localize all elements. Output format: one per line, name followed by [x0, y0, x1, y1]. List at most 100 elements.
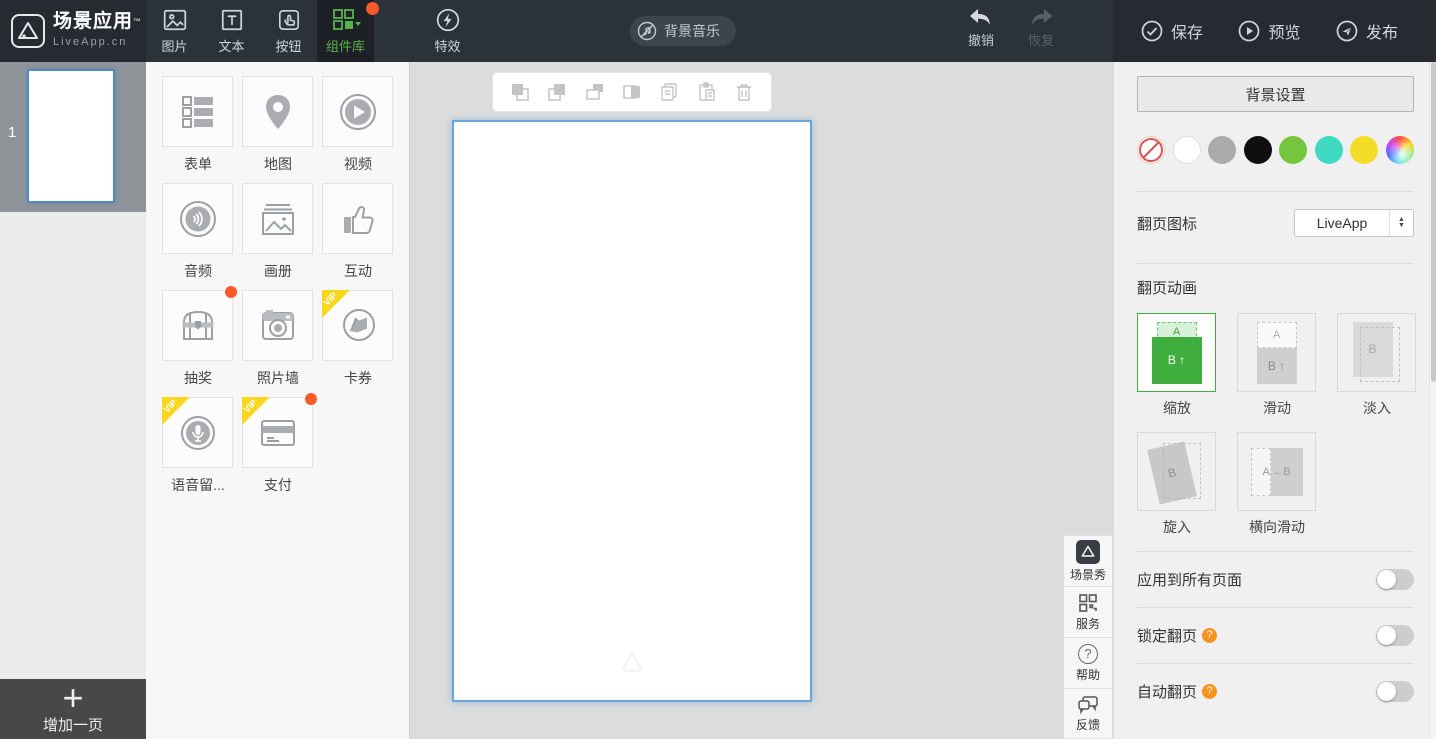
tool-component-library[interactable]: 组件库	[317, 0, 379, 62]
component-library-panel: 表单 地图 视频 音频 画册 互动 抽奖 照片墙 VIP 卡券 VIP 语音留.…	[146, 62, 410, 739]
preview-button[interactable]: 预览	[1238, 19, 1301, 43]
fade-anim-icon: B	[1352, 321, 1401, 384]
publish-button[interactable]: 发布	[1336, 19, 1398, 43]
redo-icon	[1028, 8, 1054, 28]
app-logo[interactable]: 场景应用™ LiveApp.cn	[0, 0, 146, 62]
background-color-swatches	[1137, 136, 1414, 164]
select-arrows-icon: ▲ ▼	[1389, 210, 1413, 236]
tool-button[interactable]: 按钮	[260, 0, 317, 62]
tool-effects[interactable]: 特效	[419, 0, 476, 62]
form-icon	[177, 91, 219, 133]
apply-all-pages-label: 应用到所有页面	[1137, 572, 1243, 589]
feedback-button[interactable]: 反馈	[1063, 688, 1113, 739]
save-button[interactable]: 保存	[1141, 19, 1203, 43]
swatch-teal[interactable]	[1314, 136, 1343, 164]
edge-button-column: 场景秀 服务 ? 帮助 反馈	[1063, 535, 1113, 739]
swatch-none[interactable]	[1137, 136, 1165, 164]
swatch-gray[interactable]	[1208, 136, 1237, 164]
page-animation-label: 翻页动画	[1137, 280, 1198, 297]
logo-triangle-icon	[10, 13, 46, 49]
text-icon	[219, 7, 245, 33]
notification-dot	[225, 286, 237, 298]
paste-icon[interactable]	[696, 81, 718, 103]
music-muted-icon	[637, 21, 657, 41]
auto-page-turn-label: 自动翻页	[1137, 684, 1198, 701]
slide-anim-icon: A B ↑	[1252, 321, 1302, 384]
pages-sidebar: 1 + 增加一页	[0, 62, 146, 739]
delete-icon[interactable]	[733, 81, 755, 103]
swatch-black[interactable]	[1243, 136, 1272, 164]
vip-badge: VIP	[322, 290, 350, 318]
vip-badge: VIP	[162, 397, 190, 425]
hand-pointer-icon	[276, 7, 302, 33]
anim-option-horizontal-slide[interactable]: A ←B 横向滑动	[1237, 432, 1317, 537]
scene-show-button[interactable]: 场景秀	[1063, 535, 1113, 586]
component-audio[interactable]: 音频	[162, 183, 234, 281]
component-coupon[interactable]: VIP 卡券	[322, 290, 394, 388]
check-circle-icon	[1141, 20, 1163, 42]
plus-icon: +	[62, 677, 84, 718]
audio-icon	[177, 198, 219, 240]
panel-scrollbar[interactable]	[1429, 62, 1436, 739]
swatch-yellow[interactable]	[1350, 136, 1379, 164]
album-icon	[257, 198, 299, 240]
map-pin-icon	[257, 91, 299, 133]
tool-image[interactable]: 图片	[146, 0, 203, 62]
auto-page-turn-toggle[interactable]	[1376, 681, 1414, 702]
component-lottery[interactable]: 抽奖	[162, 286, 237, 388]
add-page-button[interactable]: + 增加一页	[0, 679, 146, 739]
background-music-button[interactable]: 背景音乐	[630, 16, 736, 46]
background-music-label: 背景音乐	[664, 23, 720, 39]
apply-all-pages-row: 应用到所有页面	[1137, 552, 1414, 607]
copy-icon[interactable]	[658, 81, 680, 103]
auto-page-turn-row: 自动翻页 ?	[1137, 664, 1414, 719]
qr-code-icon	[1078, 593, 1098, 613]
anim-option-zoom[interactable]: A B ↑ 缩放	[1137, 313, 1217, 418]
notification-dot	[305, 393, 317, 405]
notification-dot	[366, 2, 379, 15]
camera-icon	[257, 305, 299, 347]
swatch-white[interactable]	[1172, 136, 1201, 164]
send-backward-icon[interactable]	[621, 81, 643, 103]
tool-text[interactable]: 文本	[203, 0, 260, 62]
page-thumbnail-row: 1	[0, 62, 146, 212]
help-button[interactable]: ? 帮助	[1063, 637, 1113, 688]
component-voice-message[interactable]: VIP 语音留...	[162, 397, 234, 495]
anim-option-rotate[interactable]: B 旋入	[1137, 432, 1217, 537]
send-to-back-icon[interactable]	[546, 81, 568, 103]
divider	[1137, 263, 1414, 264]
component-form[interactable]: 表单	[162, 76, 234, 174]
logo-subtitle: LiveApp.cn	[53, 36, 128, 48]
page-icon-select[interactable]: LiveApp ▲ ▼	[1294, 209, 1414, 237]
help-question-icon[interactable]: ?	[1202, 684, 1218, 699]
swatch-rainbow[interactable]	[1385, 136, 1414, 164]
rotate-anim-icon: B	[1146, 440, 1203, 505]
component-interaction[interactable]: 互动	[322, 183, 394, 281]
component-map[interactable]: 地图	[242, 76, 314, 174]
service-button[interactable]: 服务	[1063, 586, 1113, 637]
component-photo-wall[interactable]: 照片墙	[242, 290, 314, 388]
undo-button[interactable]: 撤销	[952, 8, 1010, 49]
redo-button[interactable]: 恢复	[1012, 8, 1070, 49]
anim-option-fade[interactable]: B 淡入	[1337, 313, 1417, 418]
component-album[interactable]: 画册	[242, 183, 314, 281]
page-settings-panel: 背景设置 翻页图标 LiveApp ▲ ▼ 翻页动画 A B ↑ 缩放 A B …	[1113, 62, 1436, 739]
bring-forward-icon[interactable]	[584, 81, 606, 103]
apply-all-pages-toggle[interactable]	[1376, 569, 1414, 590]
component-payment[interactable]: VIP 支付	[242, 393, 317, 495]
page-animation-options: A B ↑ 缩放 A B ↑ 滑动 B 淡入 B 旋入 A ←B 横向滑动	[1137, 313, 1417, 551]
page-thumbnail[interactable]	[27, 69, 115, 203]
page-icon-label: 翻页图标	[1137, 215, 1198, 233]
swatch-green[interactable]	[1279, 136, 1308, 164]
design-canvas-page[interactable]	[452, 120, 812, 702]
anim-option-slide[interactable]: A B ↑ 滑动	[1237, 313, 1317, 418]
layer-toolbar	[492, 72, 772, 112]
help-question-icon[interactable]: ?	[1202, 628, 1218, 643]
background-settings-button[interactable]: 背景设置	[1137, 76, 1414, 112]
component-video[interactable]: 视频	[322, 76, 394, 174]
undo-icon	[968, 8, 994, 28]
thumbs-up-icon	[337, 198, 379, 240]
vip-badge: VIP	[242, 397, 270, 425]
bring-to-front-icon[interactable]	[509, 81, 531, 103]
lock-page-turn-toggle[interactable]	[1376, 625, 1414, 646]
